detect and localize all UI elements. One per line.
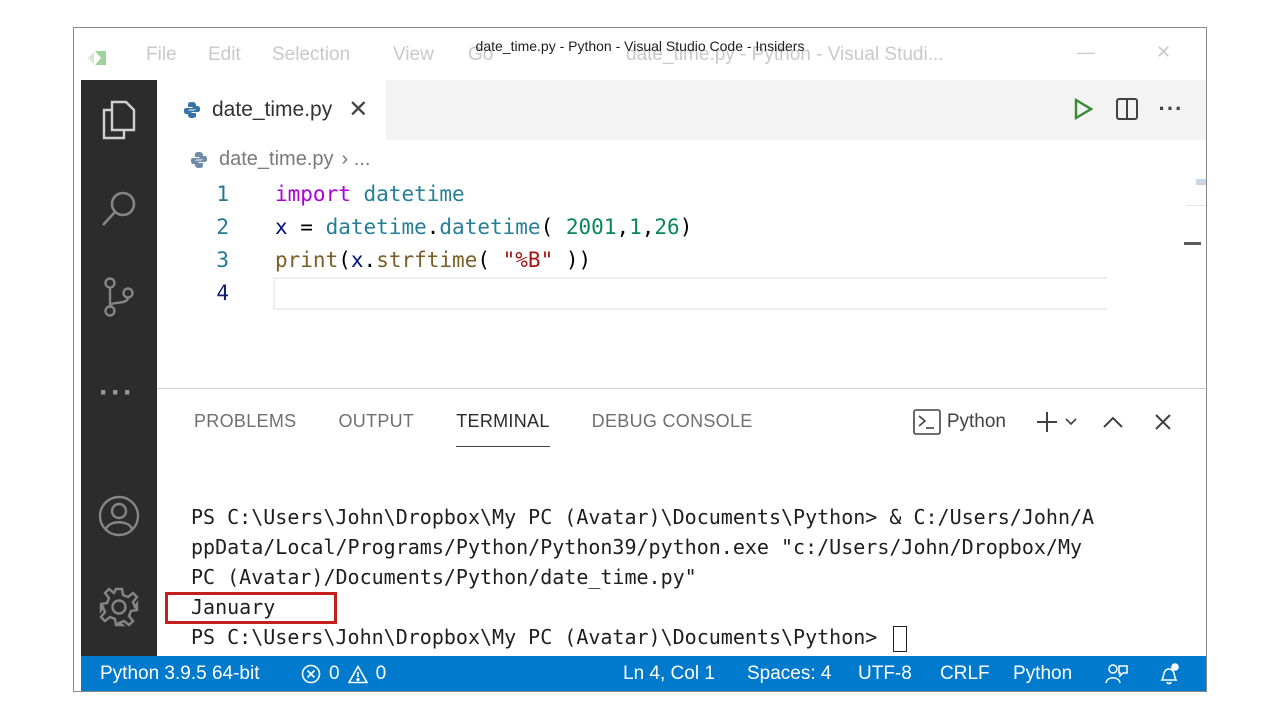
tab-label: date_time.py bbox=[212, 98, 333, 121]
python-interpreter[interactable]: Python 3.9.5 64-bit bbox=[100, 656, 260, 691]
error-count: 0 bbox=[329, 663, 340, 684]
terminal-icon bbox=[913, 409, 941, 435]
current-line-highlight bbox=[273, 277, 1107, 310]
terminal-line: PS C:\Users\John\Dropbox\My PC (Avatar)\… bbox=[191, 505, 1095, 529]
vscode-window: File Edit Selection View Go date_time.py… bbox=[73, 27, 1207, 692]
editor-area: date_time.py ✕ ··· date_time.py › ... 1i bbox=[157, 80, 1206, 388]
line-number: 2 bbox=[216, 215, 229, 239]
code-line[interactable]: 2 x = datetime.datetime( 2001,1,26) bbox=[157, 211, 1107, 244]
python-file-icon bbox=[184, 102, 200, 118]
code-line[interactable]: 1 import datetime bbox=[157, 178, 1107, 211]
editor-actions: ··· bbox=[1070, 96, 1184, 122]
terminal-line: PC (Avatar)/Documents/Python/date_time.p… bbox=[191, 565, 697, 589]
minimap-divider bbox=[1186, 205, 1206, 206]
minimize-icon[interactable]: — bbox=[1077, 42, 1095, 63]
python-file-icon bbox=[191, 151, 207, 168]
problems-indicator[interactable]: 0 0 bbox=[301, 656, 387, 691]
terminal-selector[interactable]: Python bbox=[947, 411, 1006, 433]
breadcrumb-file[interactable]: date_time.py bbox=[219, 148, 334, 171]
code-line[interactable]: 3 print(x.strftime( "%B" )) bbox=[157, 244, 1107, 277]
activity-bar: ··· bbox=[81, 80, 157, 656]
source-control-icon[interactable] bbox=[98, 276, 140, 318]
encoding[interactable]: UTF-8 bbox=[858, 656, 912, 691]
tab-date-time-py[interactable]: date_time.py ✕ bbox=[157, 80, 386, 140]
terminal-output[interactable]: PS C:\Users\John\Dropbox\My PC (Avatar)\… bbox=[191, 502, 1181, 652]
feedback-icon[interactable] bbox=[1105, 656, 1129, 691]
close-window-icon[interactable]: ✕ bbox=[1156, 42, 1171, 63]
indentation[interactable]: Spaces: 4 bbox=[747, 656, 832, 691]
warning-count: 0 bbox=[375, 663, 387, 684]
panel-tabs: PROBLEMS OUTPUT TERMINAL DEBUG CONSOLE bbox=[194, 411, 753, 447]
close-panel-icon[interactable] bbox=[1146, 407, 1180, 437]
title-bar: File Edit Selection View Go date_time.py… bbox=[74, 28, 1206, 80]
settings-gear-icon[interactable] bbox=[98, 586, 140, 628]
breadcrumb[interactable]: date_time.py › ... bbox=[190, 148, 370, 171]
cursor-position[interactable]: Ln 4, Col 1 bbox=[623, 656, 715, 691]
terminal-line: ppData/Local/Programs/Python/Python39/py… bbox=[191, 535, 1083, 559]
more-actions-icon[interactable]: ··· bbox=[1158, 96, 1184, 122]
code-editor[interactable]: 1 import datetime 2 x = datetime.datetime( … bbox=[157, 178, 1107, 310]
notifications-bell-icon[interactable] bbox=[1158, 656, 1180, 691]
language-mode[interactable]: Python bbox=[1013, 656, 1072, 691]
minimap[interactable] bbox=[1196, 179, 1207, 185]
terminal-prompt: PS C:\Users\John\Dropbox\My PC (Avatar)\… bbox=[191, 625, 890, 649]
tab-close-icon[interactable]: ✕ bbox=[348, 98, 368, 122]
terminal-cursor bbox=[893, 625, 908, 652]
search-icon[interactable] bbox=[98, 188, 140, 230]
error-icon bbox=[301, 664, 321, 684]
warning-icon bbox=[347, 664, 368, 683]
code-text: import datetime bbox=[275, 182, 465, 206]
end-of-line[interactable]: CRLF bbox=[940, 656, 990, 691]
window-title: date_time.py - Python - Visual Studio Co… bbox=[475, 38, 805, 54]
maximize-panel-icon[interactable] bbox=[1096, 407, 1130, 437]
code-text: print(x.strftime( "%B" )) bbox=[275, 248, 592, 272]
status-bar: Python 3.9.5 64-bit 0 0 Ln 4, Col 1 Spac… bbox=[81, 656, 1206, 691]
tab-debug-console[interactable]: DEBUG CONSOLE bbox=[592, 411, 753, 447]
panel: PROBLEMS OUTPUT TERMINAL DEBUG CONSOLE P… bbox=[157, 388, 1206, 656]
line-number: 1 bbox=[216, 182, 229, 206]
line-number: 3 bbox=[216, 248, 229, 272]
line-number: 4 bbox=[216, 281, 229, 305]
code-line[interactable]: 4 bbox=[157, 277, 1107, 310]
scrollbar-cursor-marker bbox=[1184, 242, 1201, 245]
run-python-file-icon[interactable] bbox=[1070, 96, 1096, 122]
new-terminal-icon[interactable] bbox=[1030, 407, 1064, 437]
terminal-output-result: January bbox=[191, 595, 276, 619]
terminal-prompt-line: PS C:\Users\John\Dropbox\My PC (Avatar)\… bbox=[191, 622, 1181, 652]
code-text: x = datetime.datetime( 2001,1,26) bbox=[275, 215, 693, 239]
breadcrumb-rest[interactable]: › ... bbox=[342, 148, 371, 171]
explorer-icon[interactable] bbox=[98, 98, 140, 140]
account-icon[interactable] bbox=[98, 495, 140, 537]
panel-actions: Python bbox=[913, 407, 1180, 437]
tab-strip: date_time.py ✕ ··· bbox=[157, 80, 1206, 140]
split-editor-icon[interactable] bbox=[1114, 96, 1140, 122]
tab-terminal[interactable]: TERMINAL bbox=[456, 411, 550, 447]
tab-output[interactable]: OUTPUT bbox=[338, 411, 414, 447]
tab-problems[interactable]: PROBLEMS bbox=[194, 411, 296, 447]
chevron-down-icon[interactable] bbox=[1062, 407, 1080, 437]
more-icon[interactable]: ··· bbox=[99, 376, 135, 410]
result-highlight-box bbox=[165, 592, 337, 624]
